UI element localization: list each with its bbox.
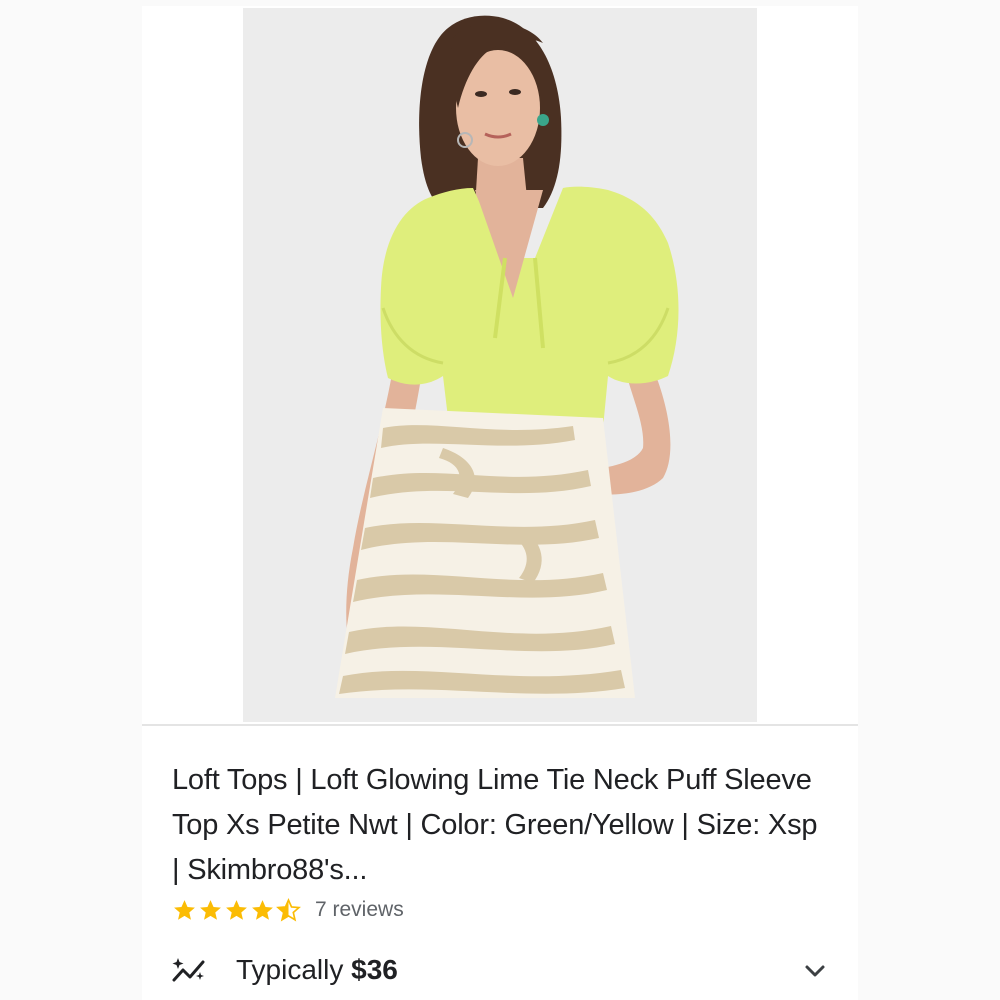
star-icon	[174, 899, 195, 920]
star-icon	[226, 899, 247, 920]
image-divider	[142, 724, 858, 726]
price-prefix: Typically	[236, 954, 344, 985]
star-rating	[172, 897, 301, 923]
star-icon	[200, 899, 221, 920]
price-row[interactable]: Typically $36	[170, 948, 830, 992]
price-value: $36	[351, 954, 398, 985]
product-card[interactable]: Loft Tops | Loft Glowing Lime Tie Neck P…	[142, 6, 858, 1000]
product-title[interactable]: Loft Tops | Loft Glowing Lime Tie Neck P…	[172, 758, 832, 893]
typical-price: Typically $36	[236, 954, 398, 986]
price-trend-sparkle-icon	[172, 958, 205, 982]
screen: Loft Tops | Loft Glowing Lime Tie Neck P…	[0, 0, 1000, 1000]
reviews-count[interactable]: 7 reviews	[315, 898, 404, 922]
product-photo[interactable]	[243, 8, 757, 722]
star-half-icon	[276, 897, 301, 921]
product-image-area[interactable]	[142, 6, 858, 724]
product-photo-illustration	[243, 8, 757, 722]
rating-row[interactable]: 7 reviews	[172, 896, 404, 924]
chevron-down-icon[interactable]	[800, 956, 830, 986]
star-icon	[252, 899, 273, 920]
